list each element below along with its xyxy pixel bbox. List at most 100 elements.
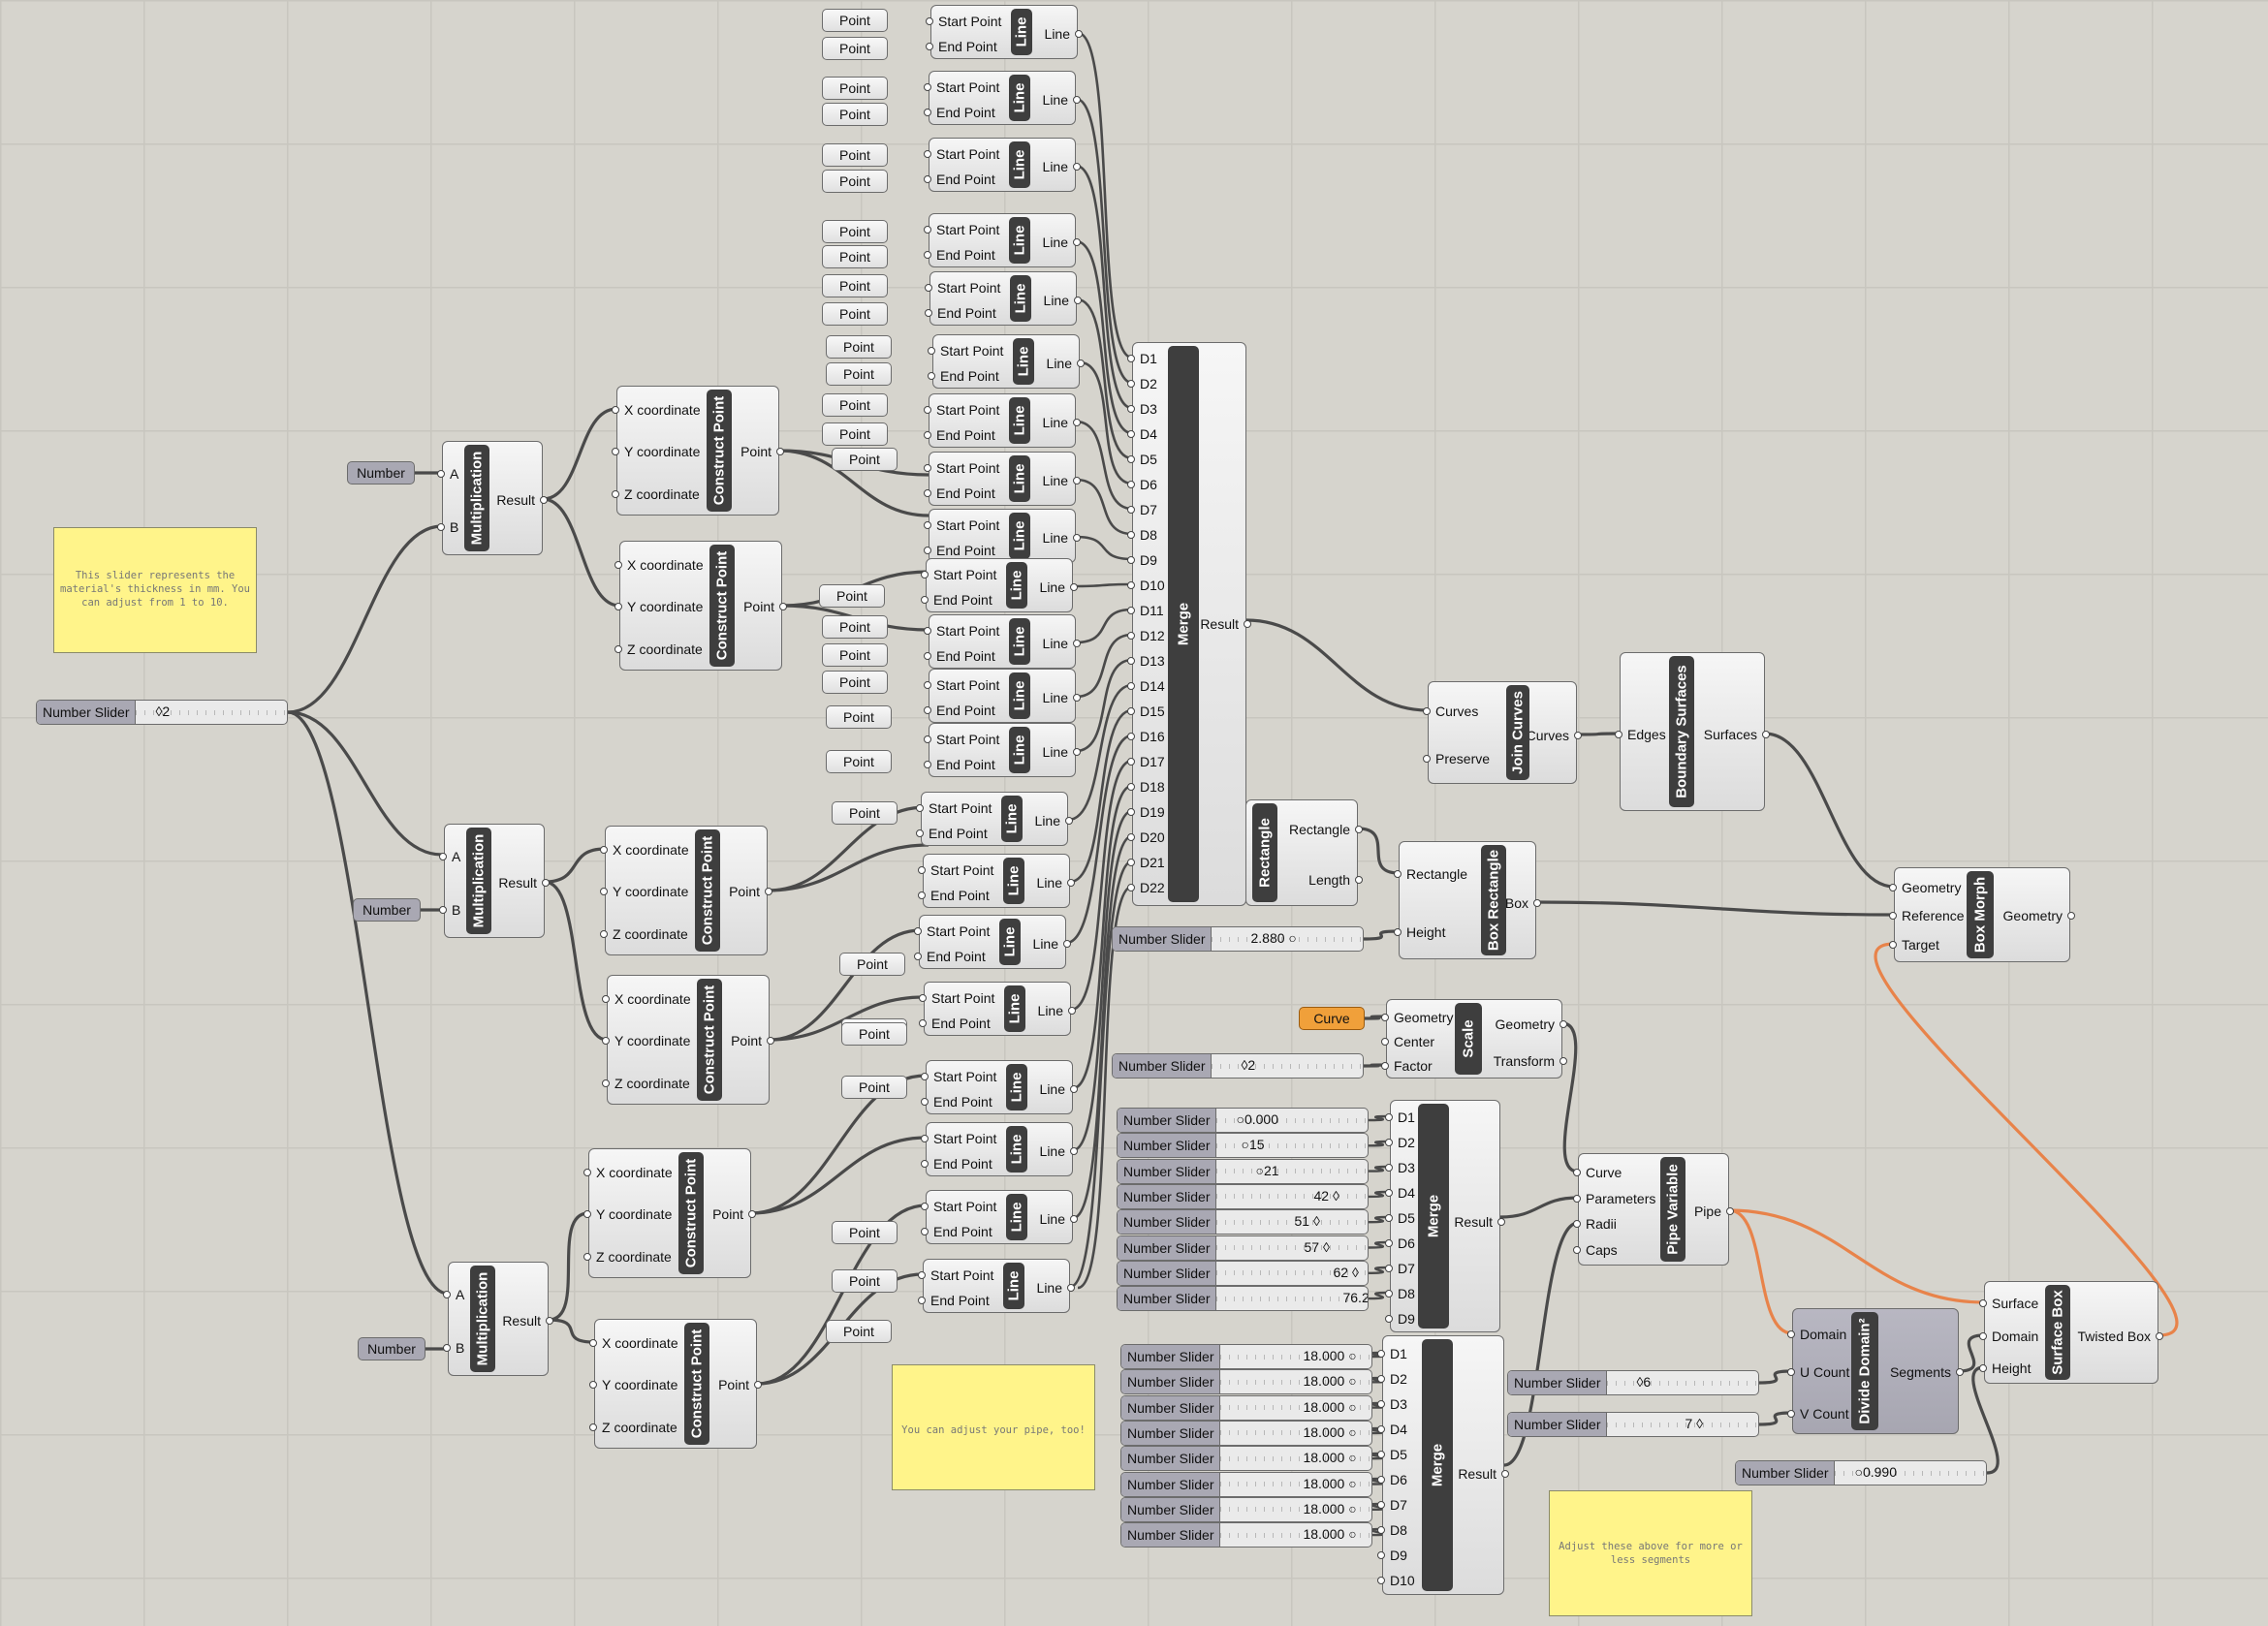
- line-2-input[interactable]: End Point: [936, 105, 995, 120]
- input-grip[interactable]: [600, 846, 608, 854]
- slider-track[interactable]: 62 ◊: [1216, 1261, 1368, 1285]
- surface-box-input[interactable]: Domain: [1992, 1329, 2038, 1344]
- merge-input[interactable]: D14: [1140, 678, 1165, 694]
- construct-point-1[interactable]: X coordinate Y coordinate Z coordinate Poin…: [612, 386, 784, 516]
- point-param-13[interactable]: Point: [822, 393, 888, 417]
- construct-point-4-output[interactable]: Point: [731, 1033, 762, 1048]
- segments-note[interactable]: Adjust these above for more or less segm…: [1549, 1490, 1752, 1616]
- input-grip[interactable]: [919, 1019, 927, 1027]
- output-grip[interactable]: [542, 879, 550, 887]
- number-param-2[interactable]: Number: [353, 898, 421, 922]
- radius-slider-1[interactable]: Number Slider 18.000 ○: [1120, 1344, 1372, 1369]
- construct-point-2-input[interactable]: Z coordinate: [627, 641, 703, 657]
- input-grip[interactable]: [583, 1169, 591, 1176]
- construct-point-3-output[interactable]: Point: [729, 884, 760, 899]
- input-grip[interactable]: [921, 1135, 929, 1142]
- output-grip[interactable]: [1355, 826, 1363, 833]
- scale-output[interactable]: Transform: [1494, 1053, 1555, 1069]
- output-grip[interactable]: [1077, 360, 1085, 367]
- slider-track[interactable]: 18.000 ○: [1220, 1370, 1371, 1394]
- line-19-output[interactable]: Line: [1040, 1143, 1065, 1159]
- output-grip[interactable]: [1068, 1007, 1076, 1015]
- input-grip[interactable]: [1385, 1113, 1393, 1121]
- construct-point-1-input[interactable]: Y coordinate: [624, 444, 700, 459]
- surface-box-output[interactable]: Twisted Box: [2078, 1329, 2151, 1344]
- construct-point-6-output[interactable]: Point: [718, 1377, 749, 1392]
- output-grip[interactable]: [779, 603, 787, 610]
- construct-point-6-input[interactable]: Y coordinate: [602, 1377, 677, 1392]
- input-grip[interactable]: [921, 1073, 929, 1080]
- box-rectangle-output[interactable]: Box: [1505, 895, 1528, 911]
- input-grip[interactable]: [921, 1228, 929, 1235]
- radius-slider-7[interactable]: Number Slider 18.000 ○: [1120, 1496, 1372, 1522]
- boundary-surfaces-output[interactable]: Surfaces: [1704, 727, 1757, 742]
- line-18-output[interactable]: Line: [1040, 1081, 1065, 1097]
- point-param-19[interactable]: Point: [822, 671, 888, 694]
- point-param-8[interactable]: Point: [822, 245, 888, 268]
- construct-point-2[interactable]: X coordinate Y coordinate Z coordinate Poin…: [614, 541, 787, 671]
- input-grip[interactable]: [924, 464, 931, 472]
- input-grip[interactable]: [918, 1271, 926, 1279]
- construct-point-3-input[interactable]: Z coordinate: [613, 926, 688, 942]
- merge-input[interactable]: D15: [1140, 704, 1165, 719]
- input-grip[interactable]: [1573, 1169, 1581, 1176]
- output-grip[interactable]: [1073, 477, 1081, 485]
- line-14[interactable]: Start Point End Point Line Line: [916, 792, 1073, 846]
- merge-input[interactable]: D10: [1390, 1573, 1415, 1588]
- slider-track[interactable]: ○21: [1216, 1159, 1368, 1183]
- merge-input[interactable]: D4: [1398, 1185, 1415, 1201]
- input-grip[interactable]: [916, 829, 924, 837]
- slider-track[interactable]: 57 ◊: [1216, 1235, 1368, 1260]
- point-param-18[interactable]: Point: [822, 643, 888, 667]
- construct-point-4[interactable]: X coordinate Y coordinate Z coordinate Poin…: [602, 975, 774, 1105]
- input-grip[interactable]: [1787, 1330, 1795, 1338]
- point-param-1[interactable]: Point: [822, 9, 888, 32]
- input-grip[interactable]: [1979, 1364, 1987, 1372]
- input-grip[interactable]: [1394, 928, 1402, 936]
- line-8-output[interactable]: Line: [1043, 473, 1068, 488]
- multiplication-3[interactable]: A B Result Multiplication: [443, 1262, 553, 1376]
- point-param-17[interactable]: Point: [822, 615, 888, 639]
- input-grip[interactable]: [918, 891, 926, 899]
- input-grip[interactable]: [612, 406, 619, 414]
- output-grip[interactable]: [1073, 748, 1081, 756]
- input-grip[interactable]: [1889, 884, 1897, 891]
- scale-output[interactable]: Geometry: [1496, 1016, 1555, 1032]
- multiplication-1-output[interactable]: Result: [496, 492, 535, 508]
- output-grip[interactable]: [748, 1210, 756, 1218]
- surface-box-input[interactable]: Surface: [1992, 1296, 2038, 1311]
- input-grip[interactable]: [1423, 707, 1431, 715]
- input-grip[interactable]: [443, 1291, 451, 1298]
- input-grip[interactable]: [1377, 1551, 1385, 1559]
- input-grip[interactable]: [589, 1423, 597, 1431]
- input-grip[interactable]: [1377, 1577, 1385, 1584]
- line-9-input[interactable]: End Point: [936, 543, 995, 558]
- line-2[interactable]: Start Point End Point Line Line: [924, 71, 1081, 125]
- input-grip[interactable]: [926, 43, 933, 50]
- line-17[interactable]: Start Point End Point Line Line: [919, 982, 1076, 1036]
- point-param-4[interactable]: Point: [822, 103, 888, 126]
- output-grip[interactable]: [1073, 534, 1081, 542]
- pipe-variable-input[interactable]: Parameters: [1586, 1191, 1655, 1206]
- pipe-variable-input[interactable]: Radii: [1586, 1216, 1617, 1232]
- point-param-29[interactable]: Point: [826, 1320, 892, 1343]
- input-grip[interactable]: [589, 1381, 597, 1389]
- point-param-10[interactable]: Point: [822, 302, 888, 326]
- line-6-input[interactable]: Start Point: [940, 343, 1003, 359]
- input-grip[interactable]: [921, 596, 929, 604]
- output-grip[interactable]: [754, 1381, 762, 1389]
- output-grip[interactable]: [1501, 1470, 1509, 1478]
- output-grip[interactable]: [1073, 96, 1081, 104]
- join-curves-output[interactable]: Curves: [1527, 728, 1569, 743]
- slider-track[interactable]: 18.000 ○: [1220, 1345, 1371, 1368]
- input-grip[interactable]: [921, 571, 929, 578]
- merge-input[interactable]: D5: [1398, 1210, 1415, 1226]
- point-param-12[interactable]: Point: [826, 362, 892, 386]
- line-3-input[interactable]: End Point: [936, 172, 995, 187]
- input-grip[interactable]: [924, 489, 931, 497]
- merge-input[interactable]: D8: [1390, 1522, 1407, 1538]
- line-17-input[interactable]: End Point: [931, 1016, 991, 1031]
- line-16-output[interactable]: Line: [1033, 936, 1058, 952]
- output-grip[interactable]: [1497, 1218, 1505, 1226]
- construct-point-5-input[interactable]: Z coordinate: [596, 1249, 672, 1265]
